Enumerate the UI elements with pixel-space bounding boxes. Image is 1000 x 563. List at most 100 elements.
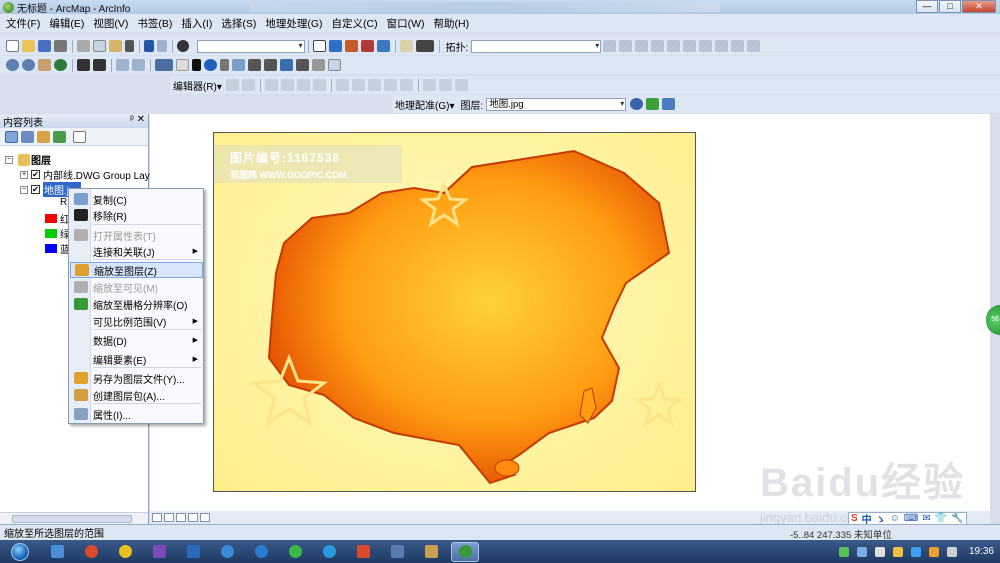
add-control-points-icon[interactable] xyxy=(646,98,660,110)
undo-icon[interactable] xyxy=(144,40,154,52)
rotate-icon[interactable] xyxy=(400,79,414,91)
go-to-xy-icon[interactable] xyxy=(296,59,309,71)
paste-icon[interactable] xyxy=(109,40,122,52)
zoom-in-icon[interactable] xyxy=(6,59,19,71)
ime-tools-icon[interactable]: 🔧 xyxy=(951,513,963,524)
editor-menu[interactable]: 编辑器(R)▾ xyxy=(173,78,222,93)
taskbar-app-9[interactable] xyxy=(315,542,343,562)
ime-mode-icon[interactable]: 中 xyxy=(862,511,872,526)
topology-tool-2-icon[interactable] xyxy=(618,40,632,52)
visibility-checkbox-dwg[interactable]: ✔ xyxy=(31,170,40,179)
taskbar-app-2[interactable] xyxy=(77,542,105,562)
list-by-visibility-icon[interactable] xyxy=(36,130,50,143)
topology-tool-4-icon[interactable] xyxy=(650,40,664,52)
attributes-icon[interactable] xyxy=(423,79,437,91)
topology-tool-6-icon[interactable] xyxy=(682,40,696,52)
collapse-map-icon[interactable]: − xyxy=(20,185,28,194)
rotate-layer-icon[interactable] xyxy=(630,98,644,110)
create-viewer-icon[interactable] xyxy=(328,59,341,71)
measure-icon[interactable] xyxy=(248,59,261,71)
ime-emoji-icon[interactable]: ☺ xyxy=(890,513,900,524)
select-elements-icon[interactable] xyxy=(192,59,201,71)
topology-tool-3-icon[interactable] xyxy=(634,40,648,52)
context-menu-item[interactable]: 可见比例范围(V) ▶ xyxy=(70,313,203,329)
open-icon[interactable] xyxy=(22,40,35,52)
topology-tool-8-icon[interactable] xyxy=(714,40,728,52)
menu-window[interactable]: 窗口(W) xyxy=(387,16,425,31)
bluetooth-icon[interactable] xyxy=(910,546,921,557)
data-view-icon[interactable] xyxy=(152,513,162,522)
edit-tool-icon[interactable] xyxy=(226,79,240,91)
search-window-icon[interactable] xyxy=(361,40,374,52)
taskbar-app-11[interactable] xyxy=(383,542,411,562)
list-by-source-icon[interactable] xyxy=(20,130,34,143)
toc-pin-close-icon[interactable]: ᵖ ✕ xyxy=(130,114,145,125)
speaker-icon[interactable] xyxy=(946,546,957,557)
context-menu-item[interactable]: 缩放至栅格分辨率(O) xyxy=(70,296,203,312)
menu-view[interactable]: 视图(V) xyxy=(93,16,128,31)
context-menu-item[interactable]: 连接和关联(J) ▶ xyxy=(70,243,203,259)
find-icon[interactable] xyxy=(264,59,277,71)
network-icon[interactable] xyxy=(838,546,849,557)
battery-icon[interactable] xyxy=(874,546,885,557)
hyperlink-icon[interactable] xyxy=(220,59,229,71)
layer-combo[interactable]: 地图.jpg xyxy=(486,97,627,111)
taskbar-app-12[interactable] xyxy=(417,542,445,562)
context-menu-item[interactable]: 缩放至图层(Z) xyxy=(70,262,203,278)
context-menu-item[interactable]: 缩放至可见(M) xyxy=(70,279,203,295)
context-menu-item[interactable]: 创建图层包(A)... xyxy=(70,387,203,403)
taskbar-clock[interactable]: 19:36 xyxy=(969,546,994,557)
html-popup-icon[interactable] xyxy=(232,59,245,71)
topology-tool-7-icon[interactable] xyxy=(698,40,712,52)
split-icon[interactable] xyxy=(384,79,398,91)
fixed-zoom-in-icon[interactable] xyxy=(77,59,90,71)
visibility-checkbox-map[interactable]: ✔ xyxy=(31,185,40,194)
context-menu-item[interactable]: 复制(C) xyxy=(70,191,203,207)
taskbar-app-8[interactable] xyxy=(281,542,309,562)
taskbar-app-7[interactable] xyxy=(247,542,275,562)
add-data-icon[interactable] xyxy=(177,40,189,52)
find-route-icon[interactable] xyxy=(280,59,293,71)
context-menu-item[interactable]: 打开属性表(T) xyxy=(70,227,203,243)
fixed-zoom-out-icon[interactable] xyxy=(93,59,106,71)
select-features-icon[interactable] xyxy=(155,59,173,71)
back-extent-icon[interactable] xyxy=(116,59,129,71)
taskbar-app-10[interactable] xyxy=(349,542,377,562)
copy-icon[interactable] xyxy=(93,40,106,52)
ime-mail-icon[interactable]: ✉ xyxy=(922,513,930,524)
clear-selection-icon[interactable] xyxy=(176,59,189,71)
end-point-arc-icon[interactable] xyxy=(281,79,295,91)
tray-icon-6[interactable] xyxy=(928,546,939,557)
new-icon[interactable] xyxy=(6,40,19,52)
menu-help[interactable]: 帮助(H) xyxy=(434,16,470,31)
time-slider-icon[interactable] xyxy=(312,59,325,71)
pan-icon[interactable] xyxy=(38,59,51,71)
cut-polygons-icon[interactable] xyxy=(368,79,382,91)
redo-icon[interactable] xyxy=(157,40,167,52)
topology-tool-5-icon[interactable] xyxy=(666,40,680,52)
context-menu-item[interactable]: 移除(R) xyxy=(70,207,203,223)
taskbar-app-5[interactable] xyxy=(179,542,207,562)
catalog-icon[interactable] xyxy=(345,40,358,52)
trace-icon[interactable] xyxy=(297,79,311,91)
forward-extent-icon[interactable] xyxy=(132,59,145,71)
topology-tool-10-icon[interactable] xyxy=(746,40,760,52)
reshape-icon[interactable] xyxy=(352,79,366,91)
context-menu-item[interactable]: 另存为图层文件(Y)... xyxy=(70,370,203,386)
point-icon[interactable] xyxy=(313,79,327,91)
python-icon[interactable] xyxy=(400,40,413,52)
taskbar-app-6[interactable] xyxy=(213,542,241,562)
toc-root-layers[interactable]: − 图层 xyxy=(5,152,51,167)
taskbar-app-4[interactable] xyxy=(145,542,173,562)
ime-keyboard-icon[interactable]: ⌨ xyxy=(904,513,918,524)
topology-combo[interactable] xyxy=(471,39,602,53)
toc-layer-dwg[interactable]: + ✔ 内部线.DWG Group Lay xyxy=(20,167,150,182)
refresh-icon[interactable] xyxy=(176,513,186,522)
topology-tool-1-icon[interactable] xyxy=(602,40,616,52)
layout-view-icon[interactable] xyxy=(164,513,174,522)
toc-scroll-thumb[interactable] xyxy=(12,515,132,523)
help-icon[interactable] xyxy=(416,40,434,52)
save-icon[interactable] xyxy=(38,40,51,52)
taskbar-arcmap[interactable] xyxy=(451,541,479,562)
table-of-contents-icon[interactable] xyxy=(329,40,342,52)
